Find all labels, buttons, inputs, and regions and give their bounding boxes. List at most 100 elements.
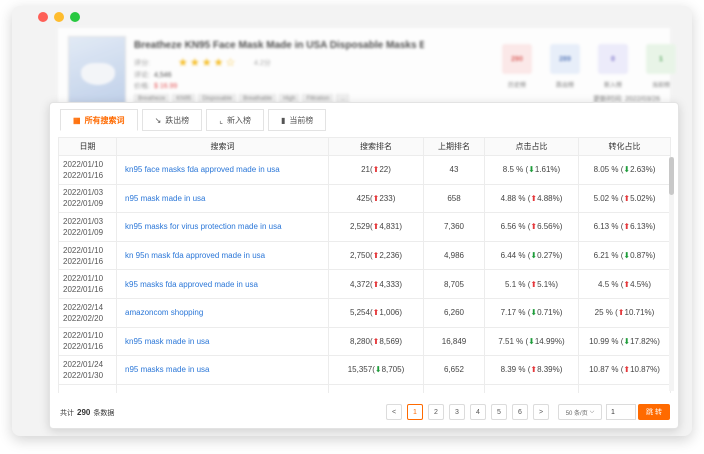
click-share-delta: 0.71% <box>537 308 560 318</box>
prev-rank-cell: 4,986 <box>423 240 485 271</box>
goto-page-input[interactable]: 1 <box>606 404 636 420</box>
review-line: 评论: 4,546 <box>134 70 171 80</box>
date-end: 2022/01/16 <box>63 342 104 352</box>
price-value: $ 16.99 <box>153 83 178 90</box>
conversion-share-delta: 5.02% <box>630 193 653 203</box>
keyword-link[interactable]: kn95 face masks fda approved made in usa <box>116 155 329 185</box>
keyword-link[interactable]: n95 masks made in usa <box>116 355 329 385</box>
arrow-down-icon: ⬇ <box>374 365 382 375</box>
rank-label: 跌出榜 <box>555 83 574 89</box>
prev-rank-cell: 6,260 <box>423 297 485 328</box>
search-rank-cell: 15,357(⬇8,705) <box>328 355 424 385</box>
table-row: 2022/01/10 2022/01/16 kn 95n mask fda appr… <box>58 240 671 271</box>
rank-box[interactable]: 290 <box>502 44 532 74</box>
rating-value: 4.2分 <box>254 60 271 67</box>
date-cell: 2022/01/10 2022/01/16 <box>58 240 117 271</box>
scrollbar-thumb[interactable] <box>669 157 674 195</box>
title-bar <box>12 6 692 28</box>
rank-label: 当前榜 <box>651 83 670 89</box>
search-rank-cell: 4,372(⬆4,333) <box>328 269 424 299</box>
click-share-delta: 14.99% <box>534 336 562 346</box>
keyword-link[interactable]: kn95 masks for virus protection made in … <box>116 212 329 242</box>
keyword-link[interactable]: kn95 mask made in usa <box>116 326 329 357</box>
tab-2[interactable]: ↘ 跌出榜 <box>141 109 203 131</box>
tab-1[interactable]: ▦ 所有搜索词 <box>60 109 138 131</box>
table-row: 2022/01/03 2022/01/09 kn95 masks for virus… <box>58 212 671 242</box>
tab-4[interactable]: ▮ 当前榜 <box>268 109 327 131</box>
total-number: 290 <box>77 408 91 417</box>
tab-label: 当前榜 <box>289 115 314 125</box>
keyword-link[interactable]: amazoncom shopping <box>116 297 329 328</box>
arrow-down-icon: ⬇ <box>528 336 535 346</box>
search-rank-delta: 1,006 <box>379 308 400 318</box>
keyword-link[interactable]: n95 mask made in usa <box>116 183 329 214</box>
review-label: 评论: <box>134 72 150 79</box>
date-cell: 2021/10/04 <box>58 383 117 393</box>
click-share-delta: 0.27% <box>537 251 560 261</box>
keyword-link[interactable]: covid mask <box>116 383 329 393</box>
rank-box[interactable]: 289 <box>550 44 580 74</box>
goto-button[interactable]: 跳 转 <box>638 404 670 420</box>
conversion-share-value: 8.05 % <box>593 165 619 175</box>
tab-label: 新入榜 <box>227 115 252 125</box>
rank-box[interactable]: 1 <box>646 44 676 74</box>
prev-page-button[interactable]: < <box>386 404 402 420</box>
keyword-link[interactable]: kn 95n mask fda approved made in usa <box>116 240 329 271</box>
click-share-value: 7.17 % <box>500 308 526 318</box>
table-scrollbar[interactable] <box>669 157 674 391</box>
table-row: 2022/01/10 2022/01/16 kn95 mask made in us… <box>58 326 671 357</box>
conversion-share-delta: 10.87% <box>630 365 658 375</box>
page-6-button[interactable]: 6 <box>512 404 528 420</box>
table-row: 2022/01/03 2022/01/09 n95 mask made in usa… <box>58 183 671 214</box>
date-end: 2022/01/16 <box>63 256 104 266</box>
pagination-bar: 共计 290 条数据 <1 2 3 4 5 6 > 50 条/页 ⌵ 1 跳 转 <box>50 401 678 425</box>
close-window-button[interactable] <box>38 12 48 22</box>
date-start: 2022/02/14 <box>63 302 104 312</box>
keyword-link[interactable]: k95 masks fda approved made in usa <box>116 269 329 299</box>
search-rank-delta: 233 <box>379 193 393 203</box>
page-2-button[interactable]: 2 <box>428 404 444 420</box>
click-share-value: 8.5 % <box>502 165 524 175</box>
conversion-share-cell: 6.21 % (⬇0.87%) <box>578 240 671 271</box>
search-rank-delta: 2,236 <box>379 251 400 261</box>
click-share-cell: 7.51 % (⬇14.99%) <box>484 326 579 357</box>
page-1-button[interactable]: 1 <box>407 404 423 420</box>
prev-rank-cell: 7,360 <box>423 212 485 242</box>
search-rank-delta: 4,831 <box>379 222 400 232</box>
date-end: 2022/01/30 <box>63 370 104 380</box>
conversion-share-delta: 4.5% <box>630 279 649 289</box>
tab-3[interactable]: ⌞ 新入榜 <box>206 109 265 131</box>
conversion-share-cell: 10.87 % (⬆10.87%) <box>578 355 671 385</box>
date-end: 2022/01/09 <box>63 227 104 237</box>
conversion-share-delta: 17.82% <box>630 336 658 346</box>
click-share-cell: 6.44 % (⬇0.27%) <box>484 240 579 271</box>
table-row: 2022/01/10 2022/01/16 k95 masks fda approv… <box>58 269 671 299</box>
prev-rank-cell: 6,652 <box>423 355 485 385</box>
minimize-window-button[interactable] <box>54 12 64 22</box>
search-rank-delta: 8,569 <box>379 336 400 346</box>
search-rank-value: 2,529 <box>349 222 370 232</box>
page-4-button[interactable]: 4 <box>470 404 486 420</box>
click-share-cell: 8.5 % (⬇1.61%) <box>484 155 579 185</box>
date-cell: 2022/01/10 2022/01/16 <box>58 269 117 299</box>
maximize-window-button[interactable] <box>70 12 80 22</box>
date-end: 2022/01/16 <box>63 170 104 180</box>
click-share-delta: 6.56% <box>537 222 560 232</box>
rank-box[interactable]: 0 <box>598 44 628 74</box>
table-row: 2022/02/14 2022/02/20 amazoncom shopping 5,… <box>58 297 671 328</box>
product-title[interactable]: Breatheze KN95 Face Mask Made in USA Dis… <box>134 40 424 51</box>
conversion-share-value: 4.5 % <box>598 279 619 289</box>
page-5-button[interactable]: 5 <box>491 404 507 420</box>
date-end: 2022/01/16 <box>63 285 104 295</box>
date-start: 2022/01/03 <box>63 188 104 198</box>
next-page-button[interactable]: > <box>533 404 549 420</box>
page-size-select[interactable]: 50 条/页 ⌵ <box>558 404 602 420</box>
date-start: 2022/01/03 <box>63 216 104 226</box>
click-share-value: 6.44 % <box>500 251 526 261</box>
date-end: 2022/02/20 <box>63 313 104 323</box>
chevron-down-icon: ⌵ <box>589 408 595 415</box>
tab-label: 所有搜索词 <box>84 115 125 125</box>
page-3-button[interactable]: 3 <box>449 404 465 420</box>
conversion-share-delta: 6.13% <box>630 222 653 232</box>
click-share-delta: 4.88% <box>537 193 560 203</box>
